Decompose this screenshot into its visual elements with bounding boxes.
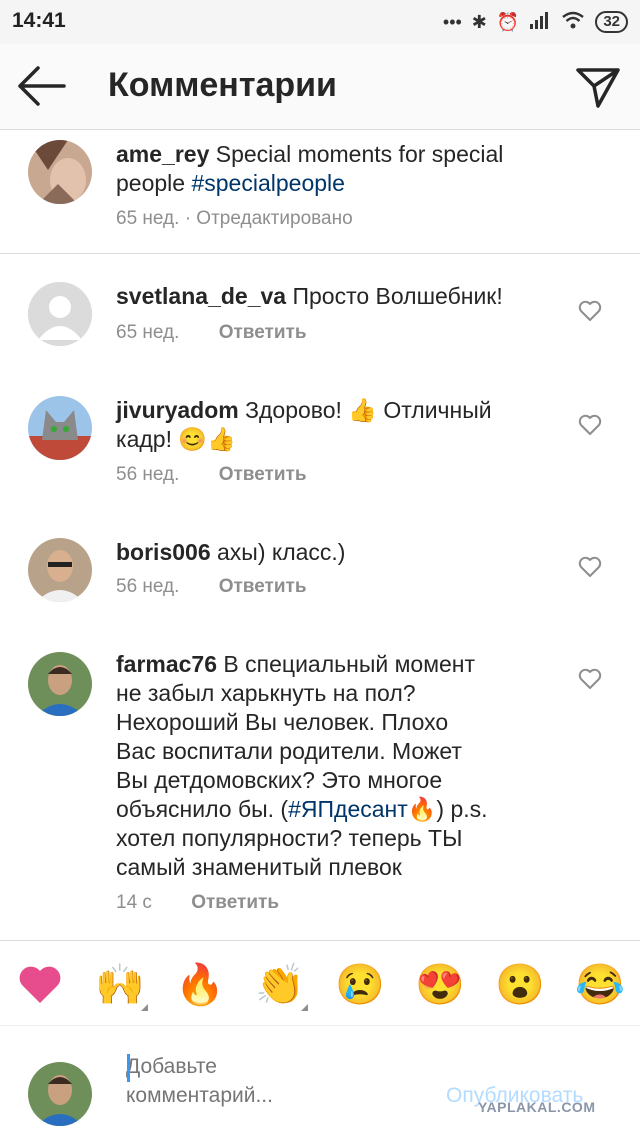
comment-time: 14 с	[116, 892, 152, 913]
comment-meta: 65 нед. Ответить	[116, 322, 307, 344]
avatar[interactable]	[28, 396, 92, 460]
comment-time: 65 нед.	[116, 322, 180, 343]
comment-meta: 14 с Ответить	[116, 892, 279, 914]
current-user-avatar	[28, 1062, 92, 1126]
heart-icon[interactable]	[578, 668, 602, 690]
reply-button[interactable]: Ответить	[219, 576, 307, 597]
comment-username[interactable]: svetlana_de_va	[116, 283, 286, 309]
caption-username[interactable]: ame_rey	[116, 141, 209, 167]
comment-body-line: 🔥) p.s.	[407, 796, 488, 822]
comment-text: jivuryadom Здорово! 👍 Отличный кадр! 😊👍	[116, 396, 492, 454]
comment-body-line: хотел популярности? теперь ТЫ	[116, 825, 463, 851]
comment-body-line: Нехороший Вы человек. Плохо	[116, 709, 449, 735]
reply-button[interactable]: Ответить	[219, 464, 307, 485]
caption-meta: 65 нед. · Отредактировано	[116, 208, 353, 230]
comment-username[interactable]: boris006	[116, 539, 211, 565]
avatar-placeholder[interactable]	[28, 282, 92, 346]
comment-body-line: объяснило бы. (	[116, 796, 289, 822]
status-time: 14:41	[12, 9, 66, 32]
back-arrow-icon[interactable]	[16, 64, 70, 108]
battery-indicator: 32	[595, 11, 628, 33]
fire-emoji-icon[interactable]: 🔥	[174, 961, 226, 1009]
caption-hashtag[interactable]: #specialpeople	[191, 170, 344, 196]
comment-body-line: В специальный момент	[223, 651, 476, 677]
comment-body: Просто Волшебник!	[292, 283, 503, 309]
caption-text: ame_rey Special moments for special peop…	[116, 140, 556, 198]
page-title: Комментарии	[108, 66, 337, 104]
avatar[interactable]	[28, 538, 92, 602]
comment-meta: 56 нед. Ответить	[116, 464, 307, 486]
reply-button[interactable]: Ответить	[191, 892, 279, 913]
surprised-face-emoji-icon[interactable]: 😮	[494, 961, 546, 1009]
raising-hands-emoji-icon[interactable]: 🙌	[94, 961, 148, 1011]
crying-face-emoji-icon[interactable]: 😢	[334, 961, 386, 1009]
comment-body-line: Здорово! 👍 Отличный	[245, 397, 492, 423]
reply-button[interactable]: Ответить	[219, 322, 307, 343]
comment-text: svetlana_de_va Просто Волшебник!	[116, 282, 503, 311]
heart-emoji-icon[interactable]	[14, 961, 66, 1018]
comment-meta: 56 нед. Ответить	[116, 576, 307, 598]
more-dots-icon: •••	[442, 11, 462, 32]
emoji-quick-bar: 🙌 🔥 👏 😢 😍 😮 😂	[0, 940, 640, 1026]
comment-body-line: кадр! 😊👍	[116, 426, 236, 452]
comment-username[interactable]: jivuryadom	[116, 397, 239, 423]
alarm-icon: ⏰	[496, 11, 520, 32]
heart-icon[interactable]	[578, 556, 602, 578]
heart-icon[interactable]	[578, 414, 602, 436]
avatar[interactable]	[28, 140, 92, 204]
comment-time: 56 нед.	[116, 576, 180, 597]
status-bar: 14:41 ••• ✱ ⏰ 32	[0, 0, 640, 44]
comment-username[interactable]: farmac76	[116, 651, 217, 677]
status-icons: ••• ✱ ⏰ 32	[443, 9, 628, 35]
comment-composer: Опубликовать	[0, 1026, 640, 1138]
comment-text: boris006 ахы) класс.)	[116, 538, 345, 567]
text-cursor	[127, 1054, 130, 1082]
wifi-icon	[561, 11, 585, 34]
caption-time: 65 нед.	[116, 208, 180, 229]
comment-body: ахы) класс.)	[217, 539, 346, 565]
comment-body-line: Вы детдомовских? Это многое	[116, 767, 443, 793]
comment-input[interactable]	[126, 1052, 366, 1110]
laughing-face-emoji-icon[interactable]: 😂	[574, 961, 626, 1009]
avatar[interactable]	[28, 652, 92, 716]
comment-body-line: самый знаменитый плевок	[116, 854, 402, 880]
comment-hashtag[interactable]: #ЯПдесант	[288, 796, 408, 822]
signal-icon	[529, 11, 551, 34]
direct-send-icon[interactable]	[574, 62, 622, 110]
heart-icon[interactable]	[578, 300, 602, 322]
edited-label: · Отредактировано	[184, 208, 353, 229]
bluetooth-icon: ✱	[471, 11, 487, 32]
post-caption: ame_rey Special moments for special peop…	[0, 130, 640, 254]
comment-body-line: Вас воспитали родители. Может	[116, 738, 462, 764]
top-bar: Комментарии	[0, 44, 640, 130]
comment-text: farmac76 В специальный момент не забыл х…	[116, 650, 556, 882]
clapping-hands-emoji-icon[interactable]: 👏	[254, 961, 308, 1011]
heart-eyes-emoji-icon[interactable]: 😍	[414, 961, 466, 1009]
comment-body-line: не забыл харькнуть на пол?	[116, 680, 416, 706]
watermark: YAPLAKAL.COM	[478, 1099, 596, 1115]
comment-time: 56 нед.	[116, 464, 180, 485]
